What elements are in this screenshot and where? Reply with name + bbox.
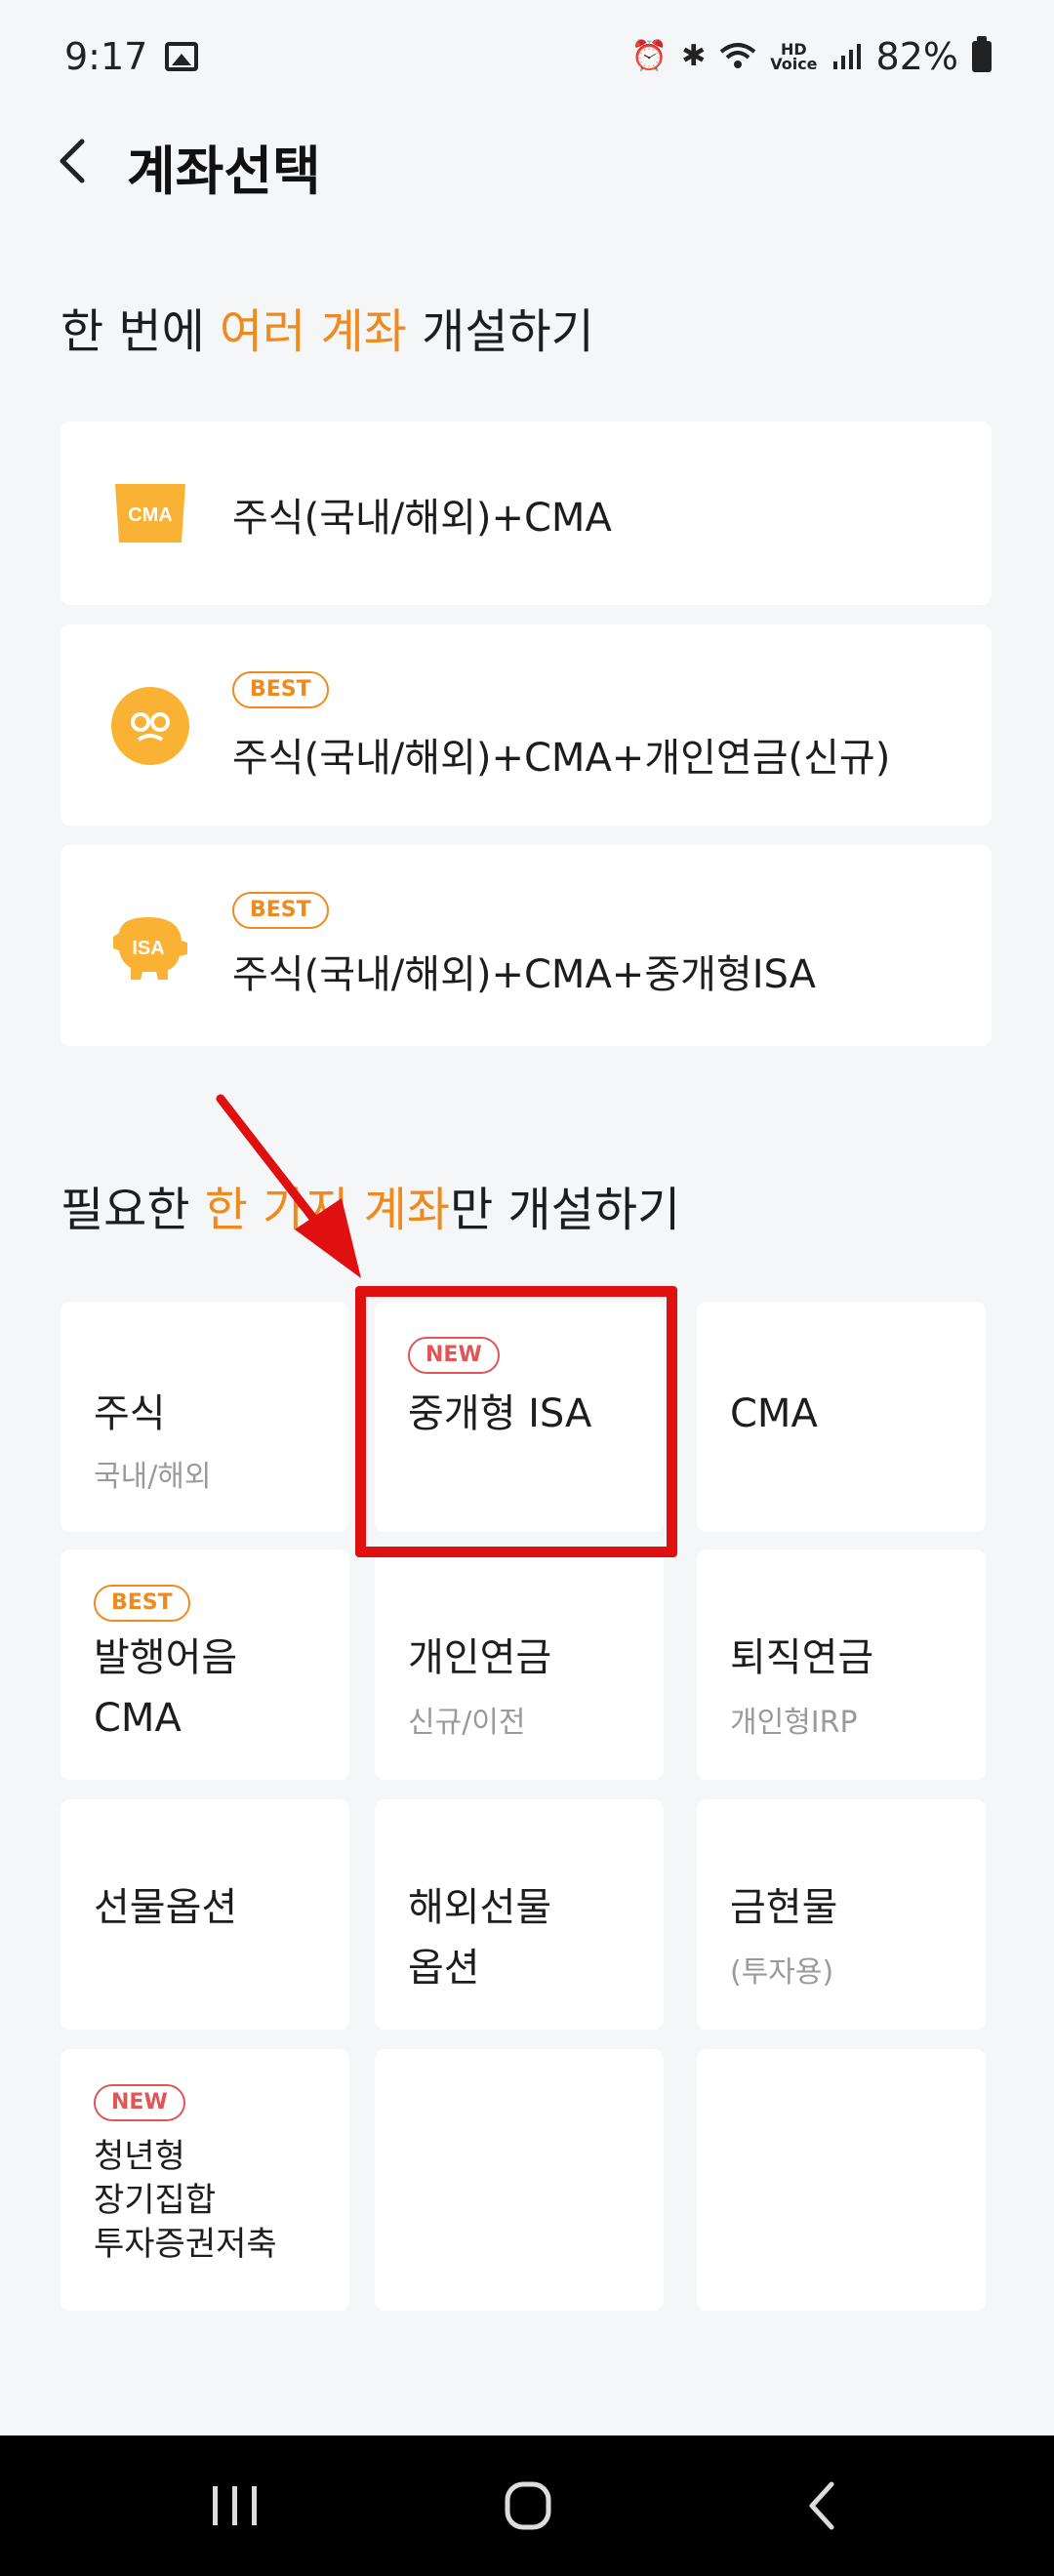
tile-empty <box>375 2049 664 2311</box>
wifi-icon <box>719 42 756 68</box>
tile-empty <box>697 2049 986 2311</box>
tile-title: 금현물 <box>730 1885 838 1930</box>
isa-icon-text: ISA <box>132 938 164 959</box>
alarm-icon: ⏰ <box>630 38 669 73</box>
tile-subtitle: 개인형IRP <box>730 1706 858 1740</box>
back-arrow-icon[interactable] <box>49 136 100 186</box>
system-nav-bar <box>0 2435 1054 2576</box>
bundle-card-stock-cma-pension[interactable]: BEST 주식(국내/해외)+CMA+개인연금(신규) <box>61 624 992 825</box>
home-icon[interactable] <box>494 2476 562 2535</box>
cma-card-icon: CMA <box>115 484 185 543</box>
tile-overseas-futures[interactable]: 해외선물 옵션 <box>375 1799 664 2030</box>
section1-post: 개설하기 <box>406 304 594 359</box>
best-badge: BEST <box>232 671 329 708</box>
section2-pre: 필요한 <box>61 1183 205 1237</box>
bluetooth-icon: ✱ <box>681 38 707 73</box>
back-nav-icon[interactable] <box>790 2476 859 2535</box>
annotation-arrow-icon <box>216 1094 361 1278</box>
tile-personal-pension[interactable]: 개인연금 신규/이전 <box>375 1550 664 1780</box>
tile-stock[interactable]: 주식 국내/해외 <box>61 1302 349 1532</box>
tile-title: 개인연금 <box>408 1635 552 1680</box>
tile-subtitle: (투자용) <box>730 1955 834 1990</box>
section-title-multi: 한 번에 여러 계좌 개설하기 <box>61 293 594 361</box>
tile-youth-savings[interactable]: NEW 청년형 장기집합 투자증권저축 <box>61 2049 349 2311</box>
status-left: 9:17 <box>64 34 199 78</box>
tile-title: 발행어음 CMA <box>94 1635 238 1741</box>
tile-futures-options[interactable]: 선물옵션 <box>61 1799 349 2030</box>
isa-piggy-bank-icon: ISA <box>113 917 187 980</box>
section1-highlight: 여러 계좌 <box>220 304 407 359</box>
tile-retirement-pension[interactable]: 퇴직연금 개인형IRP <box>697 1550 986 1780</box>
bundle-card-stock-cma[interactable]: CMA 주식(국내/해외)+CMA <box>61 422 992 605</box>
tile-title: 청년형 장기집합 투자증권저축 <box>94 2137 277 2264</box>
annotation-highlight-box <box>355 1286 677 1557</box>
battery-percent: 82% <box>875 34 958 78</box>
tile-title: 주식 <box>94 1391 166 1436</box>
tile-cma[interactable]: CMA <box>697 1302 986 1532</box>
tile-title: 해외선물 옵션 <box>408 1885 552 1991</box>
image-notification-icon <box>165 41 199 71</box>
battery-icon <box>972 35 992 72</box>
hd-voice-icon: HD Voice <box>770 39 818 73</box>
signal-icon <box>832 43 861 69</box>
status-time: 9:17 <box>64 34 148 78</box>
header: 계좌선택 <box>0 112 1054 210</box>
best-badge: BEST <box>232 892 329 929</box>
bundle-card-label: 주식(국내/해외)+CMA <box>232 496 612 541</box>
section2-post: 만 개설하기 <box>450 1183 681 1237</box>
tile-physical-gold[interactable]: 금현물 (투자용) <box>697 1799 986 2030</box>
recent-apps-icon[interactable] <box>201 2476 269 2535</box>
bundle-card-stock-cma-isa[interactable]: ISA BEST 주식(국내/해외)+CMA+중개형ISA <box>61 845 992 1046</box>
pension-coin-icon <box>111 687 189 765</box>
bundle-card-label: 주식(국내/해외)+CMA+개인연금(신규) <box>232 736 891 781</box>
tile-title: CMA <box>730 1391 818 1436</box>
best-badge: BEST <box>94 1585 190 1622</box>
tile-issued-note-cma[interactable]: BEST 발행어음 CMA <box>61 1550 349 1780</box>
new-badge: NEW <box>94 2084 185 2121</box>
tile-title: 퇴직연금 <box>730 1635 874 1680</box>
tile-subtitle: 국내/해외 <box>94 1460 212 1494</box>
bundle-card-label: 주식(국내/해외)+CMA+중개형ISA <box>232 952 817 997</box>
tile-title: 선물옵션 <box>94 1885 238 1930</box>
cma-icon-text: CMA <box>128 504 173 526</box>
tile-subtitle: 신규/이전 <box>408 1706 526 1740</box>
status-bar: 9:17 ⏰ ✱ HD Voice 82% <box>0 0 1054 112</box>
section1-pre: 한 번에 <box>61 304 220 359</box>
page-title: 계좌선택 <box>127 141 321 202</box>
status-right: ⏰ ✱ HD Voice 82% <box>631 35 992 78</box>
